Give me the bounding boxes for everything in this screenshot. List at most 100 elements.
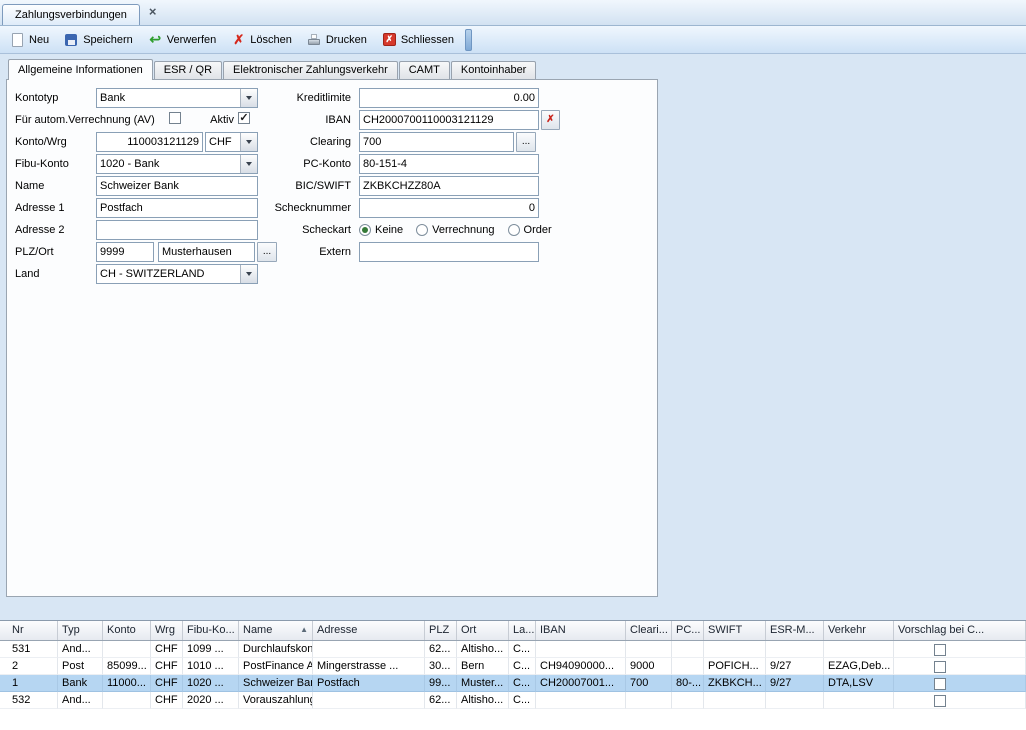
verwerfen-button[interactable]: ↩Verwerfen bbox=[142, 30, 223, 50]
grid-cell bbox=[824, 641, 894, 658]
konto-input[interactable] bbox=[96, 132, 203, 152]
grid-cell bbox=[824, 692, 894, 709]
tab-esr-qr[interactable]: ESR / QR bbox=[154, 61, 222, 79]
toolbar-button-label: Drucken bbox=[326, 34, 367, 46]
iban-label: IBAN bbox=[237, 113, 351, 127]
radio-label: Keine bbox=[375, 224, 403, 236]
grid-row[interactable]: 531And...CHF1099 ...Durchlaufskonto62...… bbox=[0, 641, 1026, 658]
document-tab-title: Zahlungsverbindungen bbox=[15, 9, 127, 21]
col-header-esr-m[interactable]: ESR-M... bbox=[766, 621, 824, 640]
kreditlimite-input[interactable] bbox=[359, 88, 539, 108]
col-header-nr[interactable]: Nr bbox=[0, 621, 58, 640]
bic-swift-input[interactable] bbox=[359, 176, 539, 196]
col-header-vorschlag-bei-c[interactable]: Vorschlag bei C... bbox=[894, 621, 1026, 640]
kontotyp-value: Bank bbox=[100, 92, 125, 104]
adresse1-input[interactable] bbox=[96, 198, 258, 218]
col-header-label: Cleari... bbox=[630, 624, 668, 640]
row-checkbox[interactable] bbox=[934, 661, 946, 673]
scheckart-radio-verrechnung[interactable]: Verrechnung bbox=[416, 224, 494, 236]
scheckart-group: Keine Verrechnung Order bbox=[359, 220, 552, 240]
grid-body: 531And...CHF1099 ...Durchlaufskonto62...… bbox=[0, 641, 1026, 709]
adresse2-input[interactable] bbox=[96, 220, 258, 240]
col-header-typ[interactable]: Typ bbox=[58, 621, 103, 640]
col-header-label: Konto bbox=[107, 624, 136, 640]
schliessen-button[interactable]: ✗Schliessen bbox=[376, 30, 460, 50]
col-header-cleari[interactable]: Cleari... bbox=[626, 621, 672, 640]
toolbar-button-label: Löschen bbox=[250, 34, 292, 46]
grid-cell bbox=[704, 641, 766, 658]
col-header-label: Ort bbox=[461, 624, 476, 640]
col-header-swift[interactable]: SWIFT bbox=[704, 621, 766, 640]
speichern-button[interactable]: Speichern bbox=[58, 30, 139, 50]
col-header-adresse[interactable]: Adresse bbox=[313, 621, 425, 640]
extern-input[interactable] bbox=[359, 242, 539, 262]
col-header-plz[interactable]: PLZ bbox=[425, 621, 457, 640]
grid-cell: C... bbox=[509, 658, 536, 675]
grid-cell: 531 bbox=[0, 641, 58, 658]
fibu-konto-combo[interactable]: 1020 - Bank bbox=[96, 154, 258, 174]
grid-row[interactable]: 2Post85099...CHF1010 ...PostFinance AGMi… bbox=[0, 658, 1026, 675]
scheckart-label: Scheckart bbox=[237, 223, 351, 237]
radio-icon bbox=[359, 224, 371, 236]
row-checkbox[interactable] bbox=[934, 695, 946, 707]
loeschen-button[interactable]: ✗Löschen bbox=[225, 30, 298, 50]
scheckart-radio-keine[interactable]: Keine bbox=[359, 224, 403, 236]
grid-row[interactable]: 1Bank11000...CHF1020 ...Schweizer BankPo… bbox=[0, 675, 1026, 692]
toolbar: NeuSpeichern↩Verwerfen✗Löschen Drucken ✗Sc… bbox=[0, 26, 1026, 54]
col-header-verkehr[interactable]: Verkehr bbox=[824, 621, 894, 640]
col-header-label: Nr bbox=[12, 624, 24, 640]
undo-icon: ↩ bbox=[148, 33, 163, 47]
col-header-wrg[interactable]: Wrg bbox=[151, 621, 183, 640]
plz-input[interactable] bbox=[96, 242, 154, 262]
col-header-label: Vorschlag bei C... bbox=[898, 624, 984, 640]
drucken-button[interactable]: Drucken bbox=[301, 30, 373, 50]
grid-cell bbox=[103, 641, 151, 658]
grid-cell: Bank bbox=[58, 675, 103, 692]
col-header-konto[interactable]: Konto bbox=[103, 621, 151, 640]
col-header-label: Fibu-Ko... bbox=[187, 624, 235, 640]
iban-check-button[interactable]: ✗ bbox=[541, 110, 560, 130]
tab-camt[interactable]: CAMT bbox=[399, 61, 450, 79]
tab-allgemeine-informationen[interactable]: Allgemeine Informationen bbox=[8, 59, 153, 80]
grid-cell: EZAG,Deb... bbox=[824, 658, 894, 675]
av-checkbox[interactable] bbox=[169, 112, 181, 124]
col-header-pc[interactable]: PC... bbox=[672, 621, 704, 640]
land-combo[interactable]: CH - SWITZERLAND bbox=[96, 264, 258, 284]
col-header-iban[interactable]: IBAN bbox=[536, 621, 626, 640]
neu-button[interactable]: Neu bbox=[4, 30, 55, 50]
clearing-browse-button[interactable]: ... bbox=[516, 132, 536, 152]
row-checkbox[interactable] bbox=[934, 644, 946, 656]
tab-close-icon[interactable]: × bbox=[149, 4, 157, 19]
tab-kontoinhaber[interactable]: Kontoinhaber bbox=[451, 61, 536, 79]
grid-cell: And... bbox=[58, 692, 103, 709]
col-header-la[interactable]: La... bbox=[509, 621, 536, 640]
tab-elektronischer-zahlungsverkehr[interactable]: Elektronischer Zahlungsverkehr bbox=[223, 61, 398, 79]
name-input[interactable] bbox=[96, 176, 258, 196]
grid-cell bbox=[626, 692, 672, 709]
grid-cell: 1 bbox=[0, 675, 58, 692]
schecknummer-label: Schecknummer bbox=[237, 201, 351, 215]
grid-cell: 62... bbox=[425, 692, 457, 709]
dropdown-arrow-icon[interactable] bbox=[240, 265, 257, 283]
plz-ort-label: PLZ/Ort bbox=[15, 245, 54, 259]
grid-cell: Altisho... bbox=[457, 641, 509, 658]
scheckart-radio-order[interactable]: Order bbox=[508, 224, 552, 236]
kontotyp-combo[interactable]: Bank bbox=[96, 88, 258, 108]
col-header-name[interactable]: Name▲ bbox=[239, 621, 313, 640]
document-tab-zahlungsverbindungen[interactable]: Zahlungsverbindungen bbox=[2, 4, 140, 25]
schecknummer-input[interactable] bbox=[359, 198, 539, 218]
col-header-ort[interactable]: Ort bbox=[457, 621, 509, 640]
grid-row[interactable]: 532And...CHF2020 ...Vorauszahlungen62...… bbox=[0, 692, 1026, 709]
iban-input[interactable] bbox=[359, 110, 539, 130]
grid-cell: CHF bbox=[151, 675, 183, 692]
tabpage-allgemeine-informationen: Kontotyp Bank Für autom.Verrechnung (AV)… bbox=[6, 79, 658, 597]
grid-cell bbox=[672, 692, 704, 709]
kontotyp-label: Kontotyp bbox=[15, 91, 58, 105]
pc-konto-input[interactable] bbox=[359, 154, 539, 174]
clearing-input[interactable] bbox=[359, 132, 514, 152]
row-checkbox[interactable] bbox=[934, 678, 946, 690]
tab-strip: Allgemeine InformationenESR / QRElektron… bbox=[8, 59, 537, 80]
fibu-konto-value: 1020 - Bank bbox=[100, 158, 159, 170]
col-header-fibu-ko[interactable]: Fibu-Ko... bbox=[183, 621, 239, 640]
col-header-label: ESR-M... bbox=[770, 624, 815, 640]
